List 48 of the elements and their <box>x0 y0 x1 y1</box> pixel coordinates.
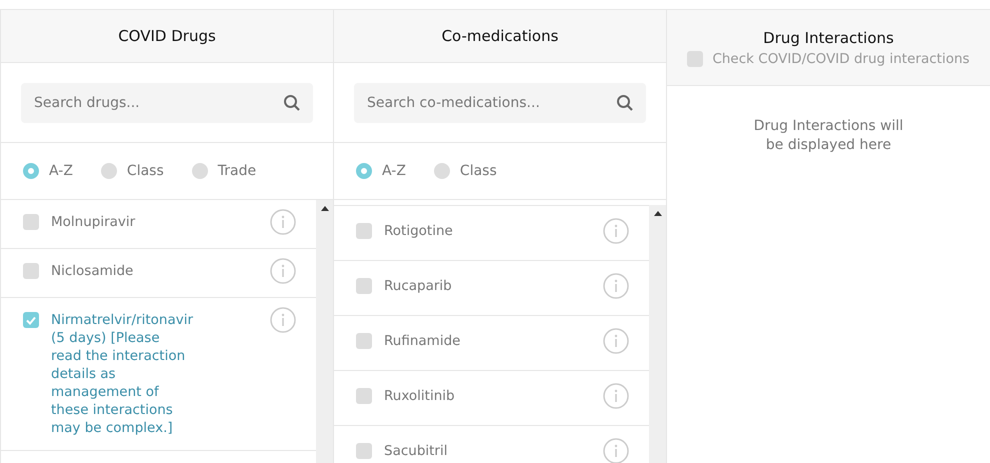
info-icon[interactable] <box>603 273 629 299</box>
radio-label: Trade <box>218 163 256 179</box>
checkbox[interactable] <box>356 278 372 294</box>
info-icon[interactable] <box>603 328 629 354</box>
radio-button[interactable] <box>434 163 450 179</box>
checkbox[interactable] <box>687 50 704 66</box>
info-icon[interactable] <box>270 258 296 284</box>
radio-label: Class <box>460 163 497 179</box>
radio-button[interactable] <box>356 163 372 179</box>
drug-name: Niclosamide <box>51 262 134 280</box>
drug-name: Rotigotine <box>384 222 454 240</box>
search-field[interactable]: Search drugs... <box>21 82 313 122</box>
checkbox[interactable] <box>356 333 372 349</box>
drug-name: Molnupiravir <box>51 213 136 231</box>
empty-message: Drug Interactions will be displayed here <box>752 117 904 155</box>
column-title: COVID Drugs <box>118 27 216 45</box>
drug-name: Rufinamide <box>384 332 462 350</box>
checkbox[interactable] <box>356 223 372 239</box>
drug-name: Sacubitril <box>384 442 448 460</box>
checkbox-label: Check COVID/COVID drug interactions <box>712 50 970 66</box>
info-icon[interactable] <box>270 209 296 235</box>
search-field[interactable]: Search co-medications... <box>354 82 646 122</box>
radio-label: A-Z <box>382 163 406 179</box>
checkbox[interactable] <box>356 443 372 459</box>
column-title: Co-medications <box>442 27 558 45</box>
scrollbar[interactable] <box>649 205 666 463</box>
info-icon[interactable] <box>270 307 296 333</box>
radio-label: A-Z <box>49 163 73 179</box>
drug-name: Rucaparib <box>384 277 453 295</box>
info-icon[interactable] <box>603 218 629 244</box>
radio-label: Class <box>126 163 164 179</box>
radio-button[interactable] <box>100 163 117 179</box>
checkbox[interactable] <box>23 214 39 230</box>
checkbox[interactable] <box>356 388 372 404</box>
column-title: Drug Interactions <box>763 28 894 46</box>
search-icon <box>616 94 634 112</box>
info-icon[interactable] <box>603 383 629 409</box>
radio-button[interactable] <box>192 163 208 179</box>
scroll-up-icon <box>320 206 328 211</box>
drug-name: Ruxolitinib <box>384 387 456 405</box>
radio-button[interactable] <box>23 163 39 179</box>
info-icon[interactable] <box>603 438 629 463</box>
checkbox[interactable] <box>23 263 39 279</box>
search-icon <box>283 94 301 112</box>
drug-name: Nirmatrelvir/ritonavir (5 days) [Please read the interaction details as management of these interactions may be complex.] <box>51 311 194 437</box>
checkbox[interactable] <box>23 312 39 328</box>
scrollbar[interactable] <box>316 200 333 463</box>
scroll-up-icon <box>654 211 662 216</box>
